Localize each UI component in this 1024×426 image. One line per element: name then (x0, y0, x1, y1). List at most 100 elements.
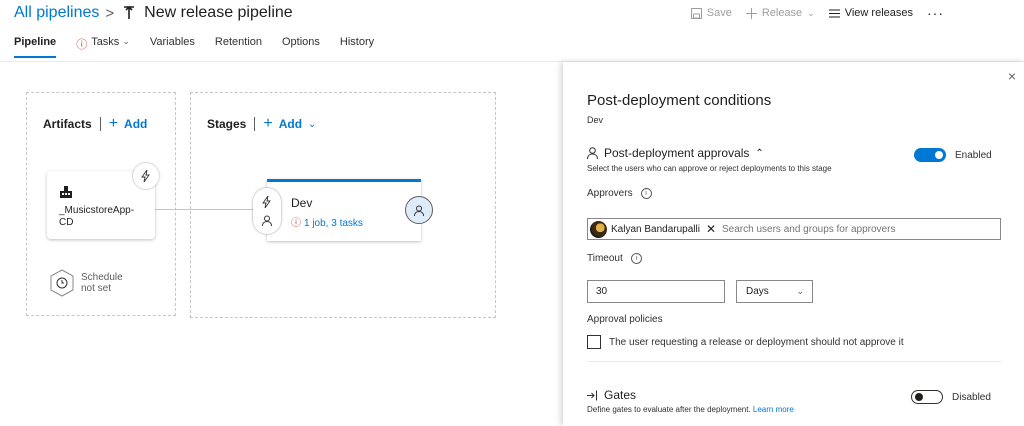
artifacts-heading: Artifacts (43, 117, 92, 131)
tab-tasks[interactable]: ⓘ Tasks ⌄ (76, 36, 130, 60)
tab-history[interactable]: History (340, 36, 374, 60)
release-button[interactable]: Release ⌄ (745, 7, 815, 19)
plus-icon: + (263, 115, 273, 132)
pre-deployment-conditions[interactable] (253, 188, 281, 234)
approver-name: Kalyan Bandarupalli (611, 223, 700, 235)
toggle-knob (915, 393, 923, 401)
save-button[interactable]: Save (690, 7, 732, 19)
breadcrumb-separator: > (105, 4, 115, 22)
schedule-line-2: not set (81, 283, 112, 294)
timeout-value: 30 (596, 286, 608, 297)
view-releases-label: View releases (844, 7, 913, 19)
chevron-down-icon: ⌄ (796, 286, 804, 296)
stage-card-dev[interactable]: Dev ⓘ 1 job, 3 tasks (253, 179, 433, 241)
approval-policies-label: Approval policies (587, 314, 663, 325)
chevron-down-icon: ⌄ (122, 36, 130, 46)
lightning-icon (262, 195, 271, 208)
learn-more-link[interactable]: Learn more (753, 405, 794, 414)
tab-options-label: Options (282, 36, 320, 48)
self-approval-label: The user requesting a release or deploym… (609, 336, 904, 348)
approvals-toggle-label: Enabled (955, 150, 992, 161)
tab-options[interactable]: Options (282, 36, 320, 60)
timeout-input[interactable]: 30 (587, 280, 725, 303)
artifact-card[interactable]: _MusicstoreApp-CD (47, 163, 159, 239)
tab-tasks-label: Tasks (91, 36, 120, 48)
add-stage-button[interactable]: + Add ⌄ (263, 115, 316, 133)
breadcrumb: All pipelines > New release pipeline (14, 2, 293, 24)
section-divider (587, 361, 1001, 362)
add-artifact-label: Add (124, 117, 148, 131)
continuous-deployment-trigger[interactable] (133, 163, 159, 189)
approvals-title: Post-deployment approvals (604, 146, 750, 160)
add-stage-label: Add (278, 117, 303, 131)
gate-icon (587, 390, 597, 400)
post-deployment-conditions[interactable] (405, 196, 433, 224)
chevron-up-icon: ⌃ (755, 147, 764, 159)
pipeline-title[interactable]: New release pipeline (144, 4, 293, 22)
info-icon[interactable]: i (640, 188, 652, 199)
info-icon[interactable]: i (630, 253, 642, 264)
stage-tasks-link[interactable]: ⓘ 1 job, 3 tasks (291, 214, 363, 229)
gates-section-header[interactable]: Gates (587, 388, 636, 402)
warning-icon: ⓘ (291, 218, 301, 229)
tab-bar: Pipeline ⓘ Tasks ⌄ Variables Retention O… (14, 36, 394, 60)
more-actions-button[interactable]: ··· (927, 5, 944, 21)
schedule-trigger[interactable]: Schedule not set (49, 269, 123, 297)
panel-title: Post-deployment conditions (587, 92, 772, 109)
timeout-unit-value: Days (746, 286, 769, 297)
stages-section: Stages + Add ⌄ Dev ⓘ 1 job, 3 tasks (190, 92, 496, 318)
plus-icon: + (108, 115, 119, 132)
tab-pipeline[interactable]: Pipeline (14, 36, 57, 60)
gates-description: Define gates to evaluate after the deplo… (587, 405, 794, 414)
self-approval-policy[interactable]: The user requesting a release or deploym… (587, 335, 904, 349)
person-icon (587, 147, 598, 159)
stages-header: Stages + Add ⌄ (207, 115, 316, 133)
avatar (590, 220, 607, 238)
approvals-section-header[interactable]: Post-deployment approvals ⌃ (587, 146, 764, 160)
save-label: Save (706, 7, 732, 19)
timeout-unit-select[interactable]: Days ⌄ (736, 280, 813, 303)
lightning-icon (141, 170, 150, 182)
chevron-down-icon: ⌄ (807, 7, 815, 18)
artifact-name: _MusicstoreApp-CD (59, 205, 135, 228)
remove-approver-icon[interactable]: ✕ (706, 222, 716, 236)
timeout-label: Timeout i (587, 253, 642, 264)
add-artifact-button[interactable]: + Add (109, 115, 148, 133)
person-icon (262, 215, 272, 227)
approval-policies-text: Approval policies (587, 314, 663, 325)
plus-icon (745, 7, 757, 19)
header-divider (99, 117, 101, 131)
tab-history-label: History (339, 36, 375, 48)
chevron-down-icon: ⌄ (308, 118, 317, 130)
post-deployment-conditions-panel: × Post-deployment conditions Dev Post-de… (563, 62, 1024, 426)
timeout-label-text: Timeout (587, 253, 623, 264)
tab-pipeline-label: Pipeline (14, 36, 57, 48)
build-artifact-icon (60, 186, 72, 198)
stage-tasks-label: 1 job, 3 tasks (304, 218, 363, 229)
release-pipeline-icon (124, 5, 135, 19)
list-icon (828, 9, 840, 17)
gates-toggle-label: Disabled (952, 392, 991, 403)
toggle-knob (935, 151, 943, 159)
self-approval-checkbox[interactable] (587, 335, 601, 349)
approvers-field[interactable]: Kalyan Bandarupalli ✕ (587, 218, 1001, 240)
warning-icon: ⓘ (76, 39, 88, 51)
breadcrumb-all-pipelines[interactable]: All pipelines (14, 4, 99, 22)
schedule-status: Schedule not set (81, 272, 123, 294)
close-icon[interactable]: × (1008, 68, 1016, 84)
schedule-line-1: Schedule (81, 272, 123, 283)
schedule-clock-icon (50, 269, 74, 297)
tab-variables[interactable]: Variables (150, 36, 195, 60)
tab-retention[interactable]: Retention (215, 36, 262, 60)
stage-name: Dev (291, 196, 313, 210)
gates-toggle[interactable] (911, 390, 943, 404)
approvers-label-text: Approvers (587, 188, 633, 199)
toolbar: Save Release ⌄ View releases ··· (677, 4, 944, 22)
save-icon (690, 7, 702, 19)
approvals-toggle[interactable] (914, 148, 946, 162)
approvals-description: Select the users who can approve or reje… (587, 164, 832, 173)
artifacts-section: Artifacts + Add _MusicstoreApp-CD Schedu… (26, 92, 176, 316)
approver-search-input[interactable] (722, 223, 983, 235)
approvers-label: Approvers i (587, 188, 652, 199)
view-releases-button[interactable]: View releases (828, 7, 913, 19)
